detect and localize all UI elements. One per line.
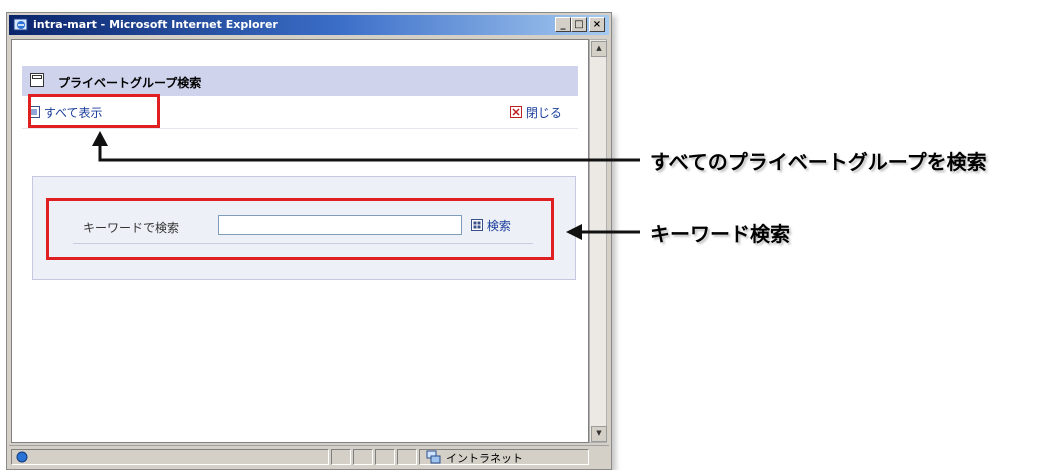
annotation-arrow-show-all <box>98 145 640 162</box>
annotation-keyword-search: キーワード検索 <box>650 222 790 246</box>
annotation-show-all: すべてのプライベートグループを検索 <box>650 150 987 174</box>
annotation-arrows <box>92 131 640 240</box>
annotation-arrowhead-up <box>92 131 108 146</box>
annotation-arrowhead-left <box>566 224 582 240</box>
